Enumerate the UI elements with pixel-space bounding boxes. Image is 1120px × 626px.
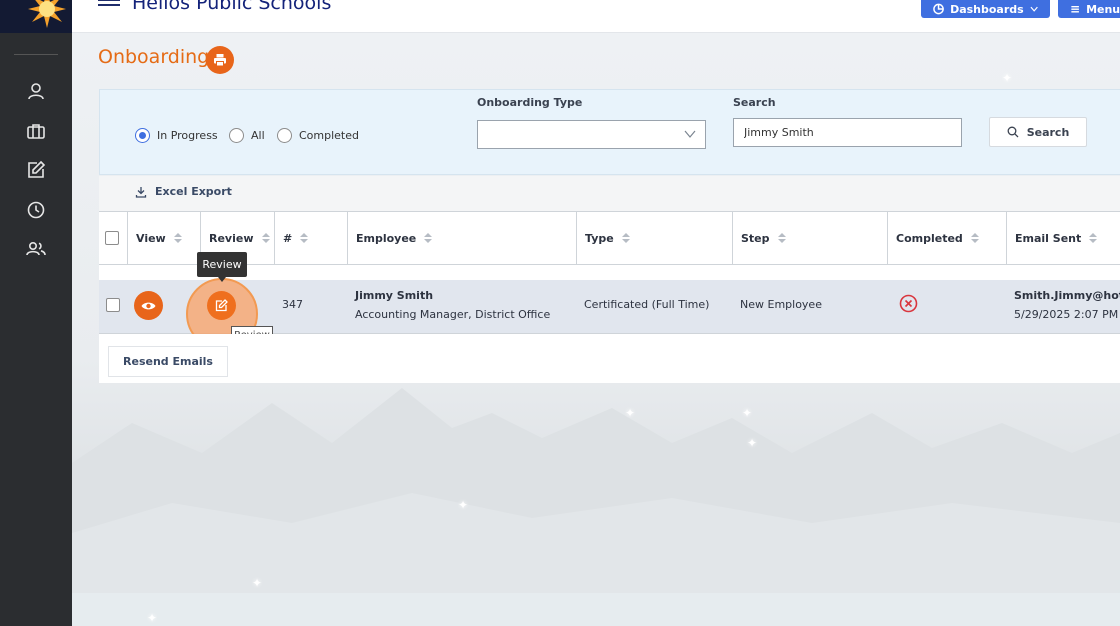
export-bar [99, 176, 1120, 212]
sort-icon [261, 233, 270, 243]
row-number: 347 [282, 298, 303, 311]
logo-area [0, 0, 72, 33]
chevron-down-icon [684, 130, 696, 138]
edit-icon [28, 160, 46, 178]
sparkle-icon: ✦ [625, 406, 636, 420]
mountain-illustration [72, 388, 1120, 626]
review-tooltip: Review [197, 252, 247, 282]
employee-type: Certificated (Full Time) [584, 298, 710, 311]
onboarding-type-select[interactable] [477, 120, 706, 149]
sidebar-item-edit[interactable] [24, 158, 48, 182]
view-button[interactable] [134, 291, 163, 320]
select-all-cell [99, 211, 127, 265]
sidebar-item-briefcase[interactable] [24, 119, 48, 143]
table-spacer [99, 265, 1120, 280]
column-label: Type [585, 231, 614, 245]
excel-export-button[interactable]: Excel Export [135, 185, 232, 198]
user-icon [28, 83, 44, 100]
select-all-checkbox[interactable] [105, 231, 119, 245]
radio-label: In Progress [157, 129, 218, 142]
onboarding-type-label: Onboarding Type [477, 96, 583, 109]
radio-circle[interactable] [135, 128, 150, 143]
menu-label: Menu [1086, 2, 1120, 16]
email-sent-date: 5/29/2025 2:07 PM [1014, 308, 1119, 321]
radio-all[interactable]: All [229, 128, 265, 143]
eye-icon [141, 302, 156, 309]
printer-icon [214, 54, 226, 67]
search-icon [1007, 126, 1019, 138]
sidebar-divider [14, 54, 58, 55]
clock-icon [27, 201, 45, 219]
column-header-step[interactable]: Step [732, 211, 888, 265]
resend-emails-button[interactable]: Resend Emails [108, 346, 228, 377]
column-header-employee[interactable]: Employee [347, 211, 577, 265]
radio-label: All [251, 129, 265, 142]
radio-circle[interactable] [229, 128, 244, 143]
radio-completed[interactable]: Completed [277, 128, 359, 143]
page-title: Onboarding [98, 46, 210, 68]
sidebar-item-user[interactable] [24, 80, 48, 104]
email-address: Smith.Jimmy@hotr [1014, 289, 1120, 302]
onboarding-step: New Employee [740, 298, 822, 311]
employee-title: Accounting Manager, District Office [355, 308, 551, 321]
dashboards-label: Dashboards [950, 2, 1024, 16]
sort-icon [621, 233, 630, 243]
radio-circle[interactable] [277, 128, 292, 143]
hamburger-menu-icon[interactable] [98, 0, 120, 12]
dashboards-button[interactable]: Dashboards [921, 0, 1050, 18]
search-label: Search [733, 96, 776, 109]
pie-chart-icon [933, 3, 944, 15]
menu-icon: ≡ [1070, 2, 1081, 16]
column-header-view[interactable]: View [127, 211, 201, 265]
chevron-down-icon [1030, 6, 1038, 12]
radio-in-progress[interactable]: In Progress [135, 128, 218, 143]
sort-icon [777, 233, 786, 243]
sparkle-icon: ✦ [1002, 71, 1013, 85]
column-label: Step [741, 231, 770, 245]
menu-button[interactable]: ≡ Menu [1058, 0, 1120, 18]
not-completed-icon [899, 294, 918, 313]
sidebar [0, 0, 72, 626]
edit-icon [215, 299, 228, 312]
sun-logo-icon [28, 0, 66, 28]
app-title: Helios Public Schools [132, 0, 332, 14]
sort-icon [173, 233, 182, 243]
search-button[interactable]: Search [989, 117, 1087, 147]
excel-export-label: Excel Export [155, 185, 232, 198]
search-input[interactable] [733, 118, 962, 147]
briefcase-icon [27, 124, 45, 139]
download-icon [135, 186, 147, 198]
column-label: View [136, 231, 166, 245]
print-button[interactable] [206, 46, 234, 74]
column-header-type[interactable]: Type [576, 211, 733, 265]
column-label: Review [209, 231, 254, 245]
table-footer [99, 334, 1120, 383]
column-label: Completed [896, 231, 963, 245]
sparkle-icon: ✦ [742, 406, 753, 420]
sort-icon [300, 233, 309, 243]
sort-icon [970, 233, 979, 243]
row-checkbox[interactable] [106, 298, 120, 312]
column-header-completed[interactable]: Completed [887, 211, 1007, 265]
search-button-label: Search [1026, 125, 1070, 139]
column-label: Employee [356, 231, 417, 245]
sort-icon [1089, 233, 1098, 243]
sparkle-icon: ✦ [747, 436, 758, 450]
column-header-number[interactable]: # [274, 211, 348, 265]
column-label: # [283, 231, 293, 245]
users-icon [26, 242, 46, 256]
column-label: Email Sent [1015, 231, 1082, 245]
radio-label: Completed [299, 129, 359, 142]
sparkle-icon: ✦ [252, 576, 263, 590]
review-button[interactable] [207, 291, 236, 320]
column-header-email-sent[interactable]: Email Sent [1006, 211, 1120, 265]
sparkle-icon: ✦ [458, 498, 469, 512]
sparkle-icon: ✦ [147, 611, 158, 625]
sort-icon [424, 233, 433, 243]
employee-name: Jimmy Smith [355, 289, 434, 302]
sidebar-item-users[interactable] [24, 237, 48, 261]
sidebar-item-history[interactable] [24, 198, 48, 222]
